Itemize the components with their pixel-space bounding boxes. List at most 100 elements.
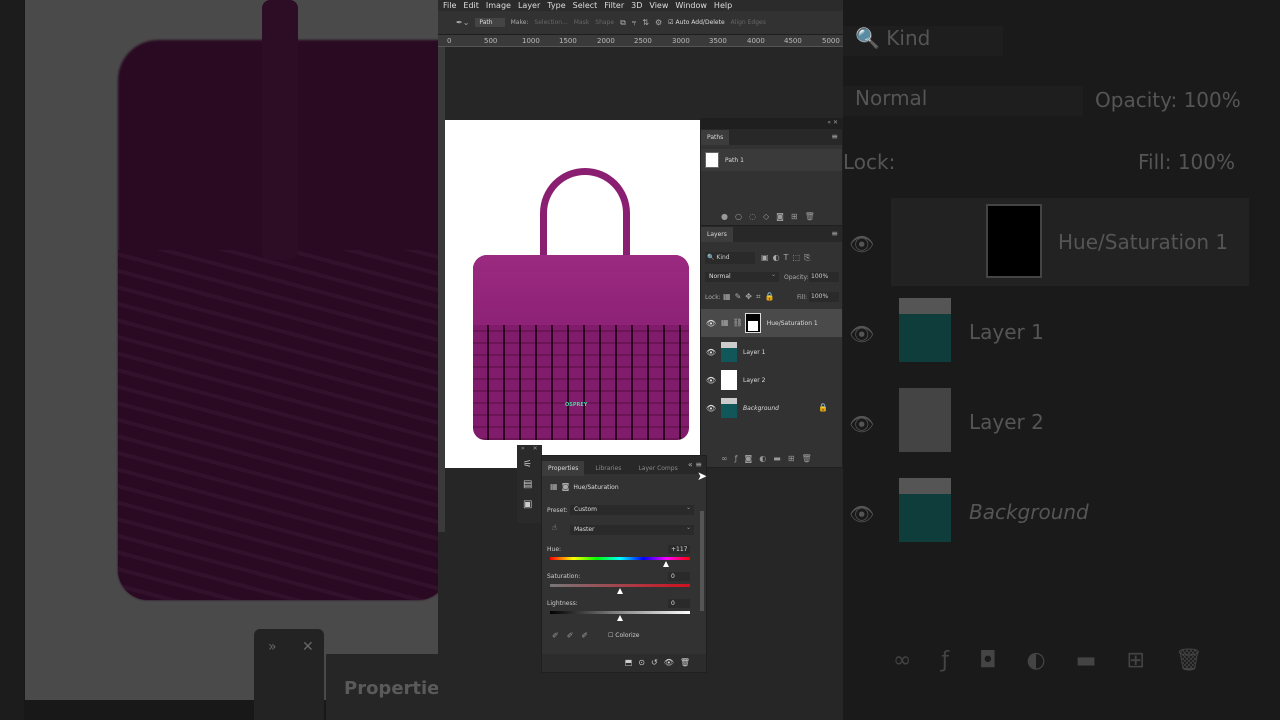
layer-row-background[interactable]: 👁 Background 🔒 — [701, 394, 842, 422]
lock-transparent-icon[interactable]: ▦ — [723, 292, 735, 301]
pen-tool-icon[interactable]: ✒⌄ — [456, 18, 469, 27]
opacity-input[interactable]: 100% — [809, 272, 839, 282]
add-mask-icon[interactable]: ◙ — [745, 454, 760, 463]
close-icon[interactable]: ✕ — [533, 445, 538, 452]
delete-icon[interactable]: 🗑 — [680, 658, 696, 667]
new-group-icon[interactable]: ▬ — [773, 454, 788, 463]
tab-layer-comps[interactable]: Layer Comps — [632, 461, 683, 476]
fx-icon[interactable]: ƒ — [735, 454, 745, 463]
filter-shape-icon[interactable]: ⬚ — [792, 253, 804, 262]
menu-filter[interactable]: Filter — [604, 0, 624, 11]
menu-type[interactable]: Type — [547, 0, 565, 11]
hue-slider-track[interactable] — [550, 557, 690, 560]
layer-filter-select[interactable]: 🔍 Kind — [705, 252, 755, 264]
saturation-slider-track[interactable] — [550, 584, 690, 587]
path-arrangement-icon[interactable]: ⇅ — [642, 18, 649, 27]
layer-comps-icon[interactable]: ▣ — [523, 495, 542, 515]
menu-help[interactable]: Help — [714, 0, 732, 11]
visibility-eye-icon[interactable]: 👁 — [701, 319, 721, 328]
hue-slider-thumb[interactable] — [662, 561, 669, 567]
visibility-eye-icon[interactable]: 👁 — [701, 348, 721, 357]
lock-paint-icon[interactable]: ✎ — [735, 292, 746, 301]
fill-path-icon[interactable]: ● — [721, 212, 735, 221]
mask-icon[interactable]: ◙ — [562, 483, 570, 491]
menu-view[interactable]: View — [649, 0, 668, 11]
load-selection-icon[interactable]: ◌ — [749, 212, 763, 221]
mask-button[interactable]: Mask — [574, 19, 589, 26]
blend-mode-select[interactable]: Normal — [705, 270, 779, 282]
libraries-icon[interactable]: ▤ — [523, 475, 542, 495]
hue-input[interactable]: +117 — [668, 545, 690, 554]
lightness-slider-track[interactable] — [550, 611, 690, 614]
tool-mode-select[interactable]: Path — [475, 18, 505, 27]
path-alignment-icon[interactable]: ⫧ — [632, 18, 637, 27]
path-item[interactable]: Path 1 — [701, 149, 842, 171]
expand-icon[interactable]: » — [521, 445, 525, 452]
lock-move-icon[interactable]: ✥ — [745, 292, 756, 301]
link-icon[interactable]: ⛓ — [733, 319, 743, 327]
fill-input[interactable]: 100% — [809, 292, 839, 302]
lightness-slider-thumb[interactable] — [617, 615, 623, 621]
visibility-eye-icon[interactable]: 👁 — [701, 376, 721, 385]
link-layers-icon[interactable]: ∞ — [721, 454, 735, 463]
make-work-path-icon[interactable]: ◇ — [763, 212, 776, 221]
stroke-path-icon[interactable]: ○ — [735, 212, 749, 221]
preset-select[interactable]: Custom — [570, 503, 694, 515]
tab-properties[interactable]: Properties — [542, 460, 585, 476]
properties-scrollbar[interactable] — [700, 511, 704, 611]
menu-window[interactable]: Window — [675, 0, 707, 11]
menu-file[interactable]: File — [443, 0, 456, 11]
colorize-checkbox[interactable]: ☐ Colorize — [608, 632, 639, 639]
panel-menu-icon[interactable]: ≡ — [831, 230, 838, 238]
view-previous-icon[interactable]: ⊙ — [638, 658, 651, 667]
channel-select[interactable]: Master — [570, 523, 694, 535]
eyedropper-minus-icon[interactable]: ✐ — [581, 631, 596, 640]
reset-icon[interactable]: ↺ — [651, 658, 664, 667]
visibility-eye-icon[interactable]: 👁 — [664, 658, 680, 667]
add-mask-icon[interactable]: ◙ — [776, 212, 791, 221]
lock-all-icon[interactable]: 🔒 — [764, 292, 778, 301]
align-edges-checkbox[interactable]: Align Edges — [731, 19, 766, 26]
collapse-icon[interactable]: « — [827, 119, 831, 126]
lightness-input[interactable]: 0 — [668, 599, 690, 608]
filter-adjustment-icon[interactable]: ◐ — [773, 253, 784, 262]
new-layer-icon[interactable]: ⊞ — [788, 454, 802, 463]
menu-3d[interactable]: 3D — [631, 0, 642, 11]
selection-button[interactable]: Selection... — [534, 19, 567, 26]
auto-add-delete-checkbox[interactable]: ☑ Auto Add/Delete — [668, 19, 725, 26]
layer-row-hue-saturation[interactable]: 👁 ▦ ⛓ Hue/Saturation 1 — [701, 309, 842, 337]
tab-paths[interactable]: Paths — [701, 129, 730, 145]
document-canvas[interactable]: OSPREY — [445, 120, 700, 468]
path-operations-icon[interactable]: ⧉ — [620, 18, 626, 27]
eyedropper-icon[interactable]: ✐ — [552, 631, 567, 640]
visibility-eye-icon[interactable]: 👁 — [701, 404, 721, 413]
panel-menu-icon[interactable]: ≡ — [831, 133, 838, 141]
layer-row-layer-1[interactable]: 👁 Layer 1 — [701, 338, 842, 366]
collapse-icon[interactable]: « — [688, 460, 693, 469]
adjustments-icon[interactable]: ⚟ — [523, 455, 542, 475]
targeted-adjustment-hand-icon[interactable]: ☝ — [552, 524, 557, 532]
delete-layer-icon[interactable]: 🗑 — [802, 454, 819, 463]
saturation-input[interactable]: 0 — [668, 572, 690, 581]
new-adjustment-icon[interactable]: ◐ — [759, 454, 773, 463]
tab-libraries[interactable]: Libraries — [589, 461, 627, 476]
gear-icon[interactable]: ⚙ — [655, 18, 662, 27]
tab-layers[interactable]: Layers — [701, 226, 733, 242]
hue-saturation-icon[interactable]: ▦ — [550, 483, 558, 491]
panel-menu-icon[interactable]: ≡ — [695, 460, 702, 469]
new-path-icon[interactable]: ⊞ — [791, 212, 805, 221]
filter-pixel-icon[interactable]: ▣ — [761, 253, 773, 262]
layer-mask-thumbnail[interactable] — [744, 313, 761, 333]
delete-path-icon[interactable]: 🗑 — [805, 212, 822, 221]
layer-row-layer-2[interactable]: 👁 Layer 2 — [701, 366, 842, 394]
filter-smart-icon[interactable]: ⎘ — [804, 253, 814, 262]
shape-button[interactable]: Shape — [595, 19, 614, 26]
saturation-slider-thumb[interactable] — [617, 588, 623, 594]
eyedropper-plus-icon[interactable]: ✐ — [567, 631, 582, 640]
menu-select[interactable]: Select — [573, 0, 598, 11]
close-icon[interactable]: ✕ — [833, 119, 838, 126]
menu-edit[interactable]: Edit — [463, 0, 479, 11]
menu-layer[interactable]: Layer — [518, 0, 540, 11]
clip-to-layer-icon[interactable]: ⬒ — [625, 658, 639, 667]
menu-image[interactable]: Image — [486, 0, 511, 11]
